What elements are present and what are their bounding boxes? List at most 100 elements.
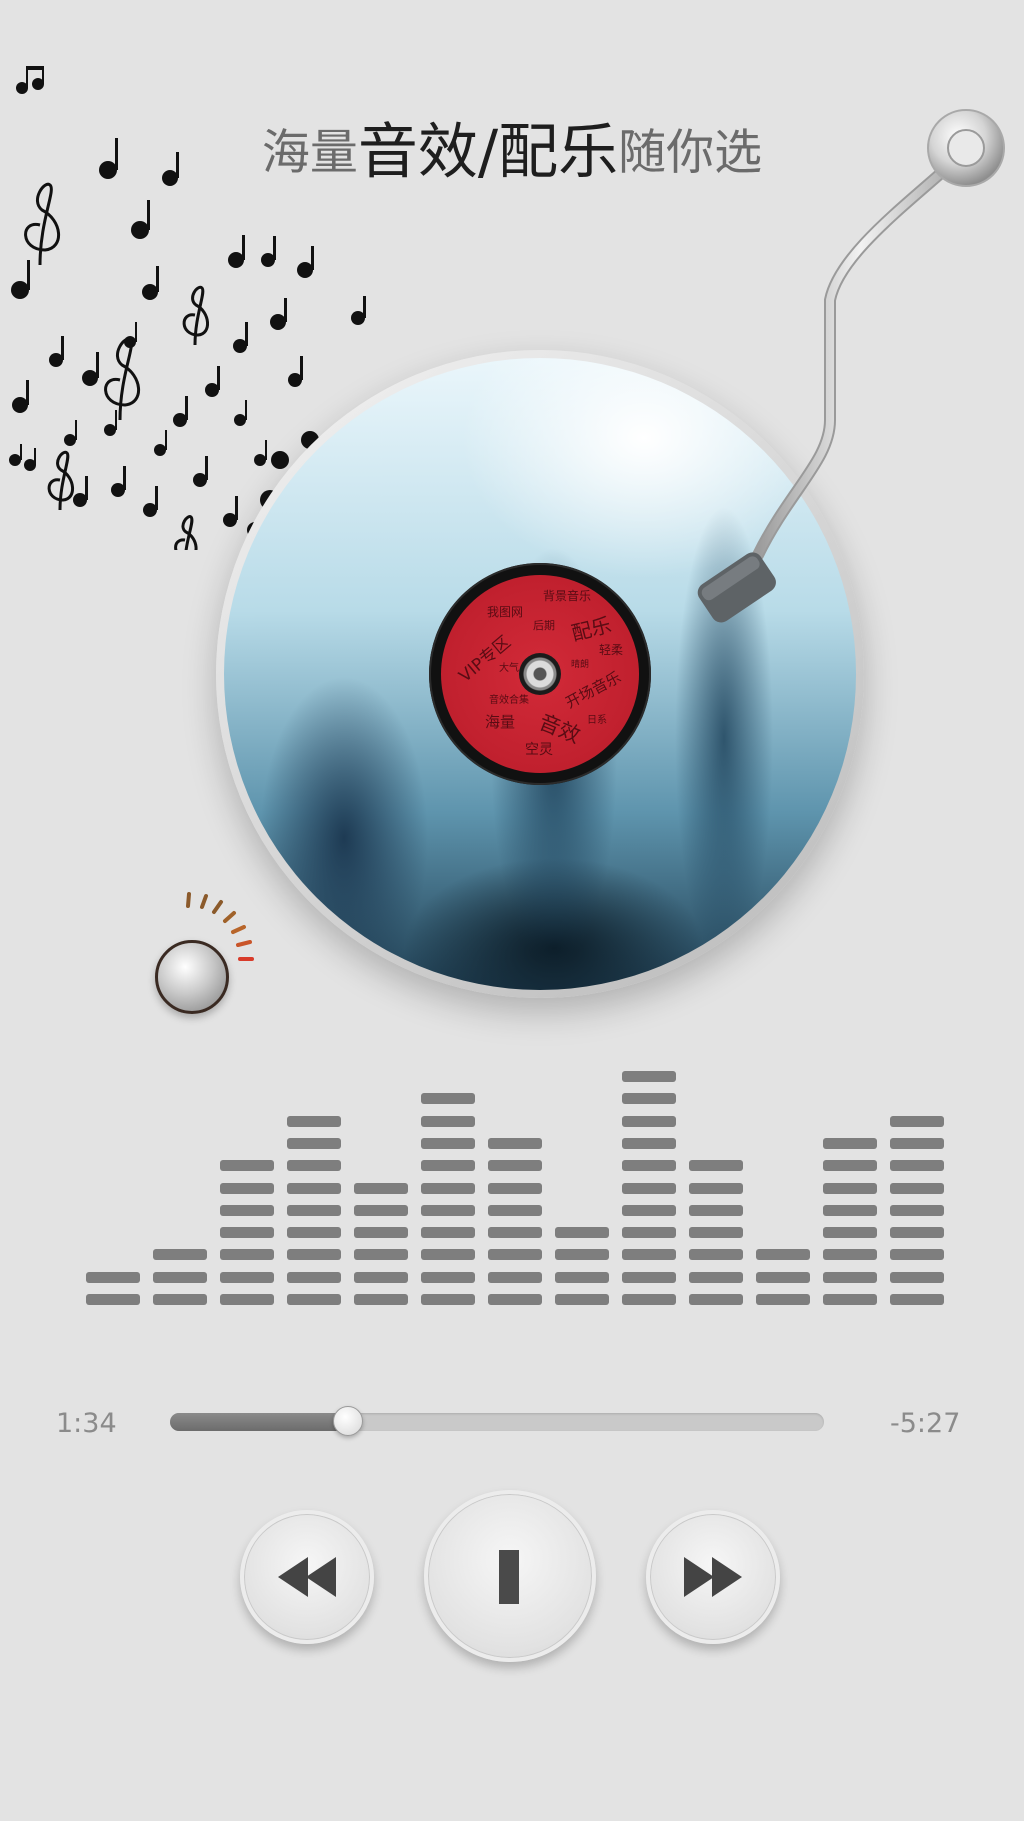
equalizer-bar (153, 1060, 207, 1305)
equalizer-segment (622, 1071, 676, 1082)
equalizer (86, 1060, 946, 1305)
equalizer-bar (689, 1060, 743, 1305)
equalizer-segment (421, 1227, 475, 1239)
equalizer-segment (622, 1294, 676, 1305)
equalizer-bar (287, 1060, 341, 1305)
progress-thumb[interactable] (332, 1406, 363, 1436)
equalizer-segment (287, 1249, 341, 1261)
equalizer-segment (488, 1137, 542, 1149)
equalizer-segment (287, 1204, 341, 1216)
equalizer-segment (354, 1294, 408, 1305)
equalizer-segment (622, 1182, 676, 1194)
equalizer-bar (622, 1060, 676, 1305)
equalizer-segment (220, 1294, 274, 1305)
equalizer-segment (689, 1182, 743, 1194)
equalizer-segment (287, 1294, 341, 1305)
equalizer-segment (689, 1204, 743, 1216)
equalizer-segment (153, 1294, 207, 1305)
progress-bar[interactable] (170, 1406, 824, 1436)
equalizer-segment (287, 1227, 341, 1239)
equalizer-segment (287, 1160, 341, 1172)
equalizer-segment (421, 1160, 475, 1172)
record-label: 背景音乐 我图网 配乐 后期 轻柔 VIP专区 大气 晴朗 开场音乐 音效合集 … (429, 563, 651, 785)
equalizer-segment (622, 1204, 676, 1216)
label-word: 晴朗 (571, 660, 590, 670)
equalizer-segment (823, 1182, 877, 1194)
equalizer-segment (689, 1294, 743, 1305)
rewind-button[interactable] (240, 1510, 374, 1644)
equalizer-segment (354, 1182, 408, 1194)
equalizer-segment (488, 1294, 542, 1305)
equalizer-segment (421, 1204, 475, 1216)
elapsed-time: 1:34 (56, 1408, 117, 1439)
equalizer-bar (555, 1060, 609, 1305)
volume-knob[interactable] (155, 940, 229, 1014)
tonearm[interactable] (680, 100, 1020, 640)
equalizer-segment (354, 1227, 408, 1239)
equalizer-segment (220, 1160, 274, 1172)
equalizer-segment (890, 1182, 944, 1194)
equalizer-segment (890, 1294, 944, 1305)
equalizer-segment (890, 1204, 944, 1216)
equalizer-segment (354, 1204, 408, 1216)
equalizer-segment (823, 1227, 877, 1239)
equalizer-segment (421, 1137, 475, 1149)
pause-icon (499, 1550, 519, 1604)
equalizer-segment (488, 1160, 542, 1172)
equalizer-segment (622, 1137, 676, 1149)
equalizer-segment (421, 1115, 475, 1127)
equalizer-segment (622, 1249, 676, 1261)
equalizer-segment (421, 1249, 475, 1261)
equalizer-segment (890, 1271, 944, 1283)
label-word: 我图网 (487, 605, 524, 619)
equalizer-segment (421, 1294, 475, 1305)
record-spindle (519, 653, 561, 695)
equalizer-segment (555, 1227, 609, 1239)
equalizer-bar (488, 1060, 542, 1305)
equalizer-segment (756, 1271, 810, 1283)
equalizer-bar (86, 1060, 140, 1305)
equalizer-segment (689, 1271, 743, 1283)
fast-forward-icon (684, 1557, 742, 1597)
equalizer-segment (890, 1137, 944, 1149)
equalizer-segment (488, 1271, 542, 1283)
equalizer-segment (823, 1204, 877, 1216)
equalizer-bar (890, 1060, 944, 1305)
label-word: 海量 (485, 713, 516, 731)
equalizer-bar (354, 1060, 408, 1305)
equalizer-segment (823, 1271, 877, 1283)
label-word: 空灵 (525, 742, 553, 758)
equalizer-segment (421, 1271, 475, 1283)
record-label-center: 背景音乐 我图网 配乐 后期 轻柔 VIP专区 大气 晴朗 开场音乐 音效合集 … (441, 575, 639, 773)
equalizer-segment (287, 1271, 341, 1283)
label-word: 日系 (587, 715, 607, 726)
equalizer-segment (756, 1249, 810, 1261)
equalizer-segment (488, 1227, 542, 1239)
label-word: 后期 (533, 619, 555, 632)
equalizer-segment (354, 1271, 408, 1283)
remaining-time: -5:27 (890, 1408, 961, 1439)
equalizer-segment (689, 1160, 743, 1172)
label-word: 开场音乐 (562, 667, 624, 712)
pause-button[interactable] (424, 1490, 596, 1662)
label-word: 背景音乐 (543, 589, 592, 603)
equalizer-segment (220, 1204, 274, 1216)
equalizer-segment (823, 1249, 877, 1261)
equalizer-segment (488, 1204, 542, 1216)
equalizer-segment (287, 1115, 341, 1127)
equalizer-segment (220, 1227, 274, 1239)
equalizer-segment (153, 1271, 207, 1283)
fast-forward-button[interactable] (646, 1510, 780, 1644)
equalizer-segment (622, 1115, 676, 1127)
equalizer-segment (555, 1249, 609, 1261)
label-word: 音效合集 (489, 695, 529, 706)
equalizer-segment (823, 1160, 877, 1172)
equalizer-segment (421, 1182, 475, 1194)
label-word: 轻柔 (599, 643, 624, 657)
equalizer-segment (756, 1294, 810, 1305)
equalizer-segment (622, 1093, 676, 1105)
equalizer-segment (220, 1182, 274, 1194)
equalizer-segment (890, 1249, 944, 1261)
equalizer-segment (689, 1227, 743, 1239)
equalizer-segment (287, 1182, 341, 1194)
